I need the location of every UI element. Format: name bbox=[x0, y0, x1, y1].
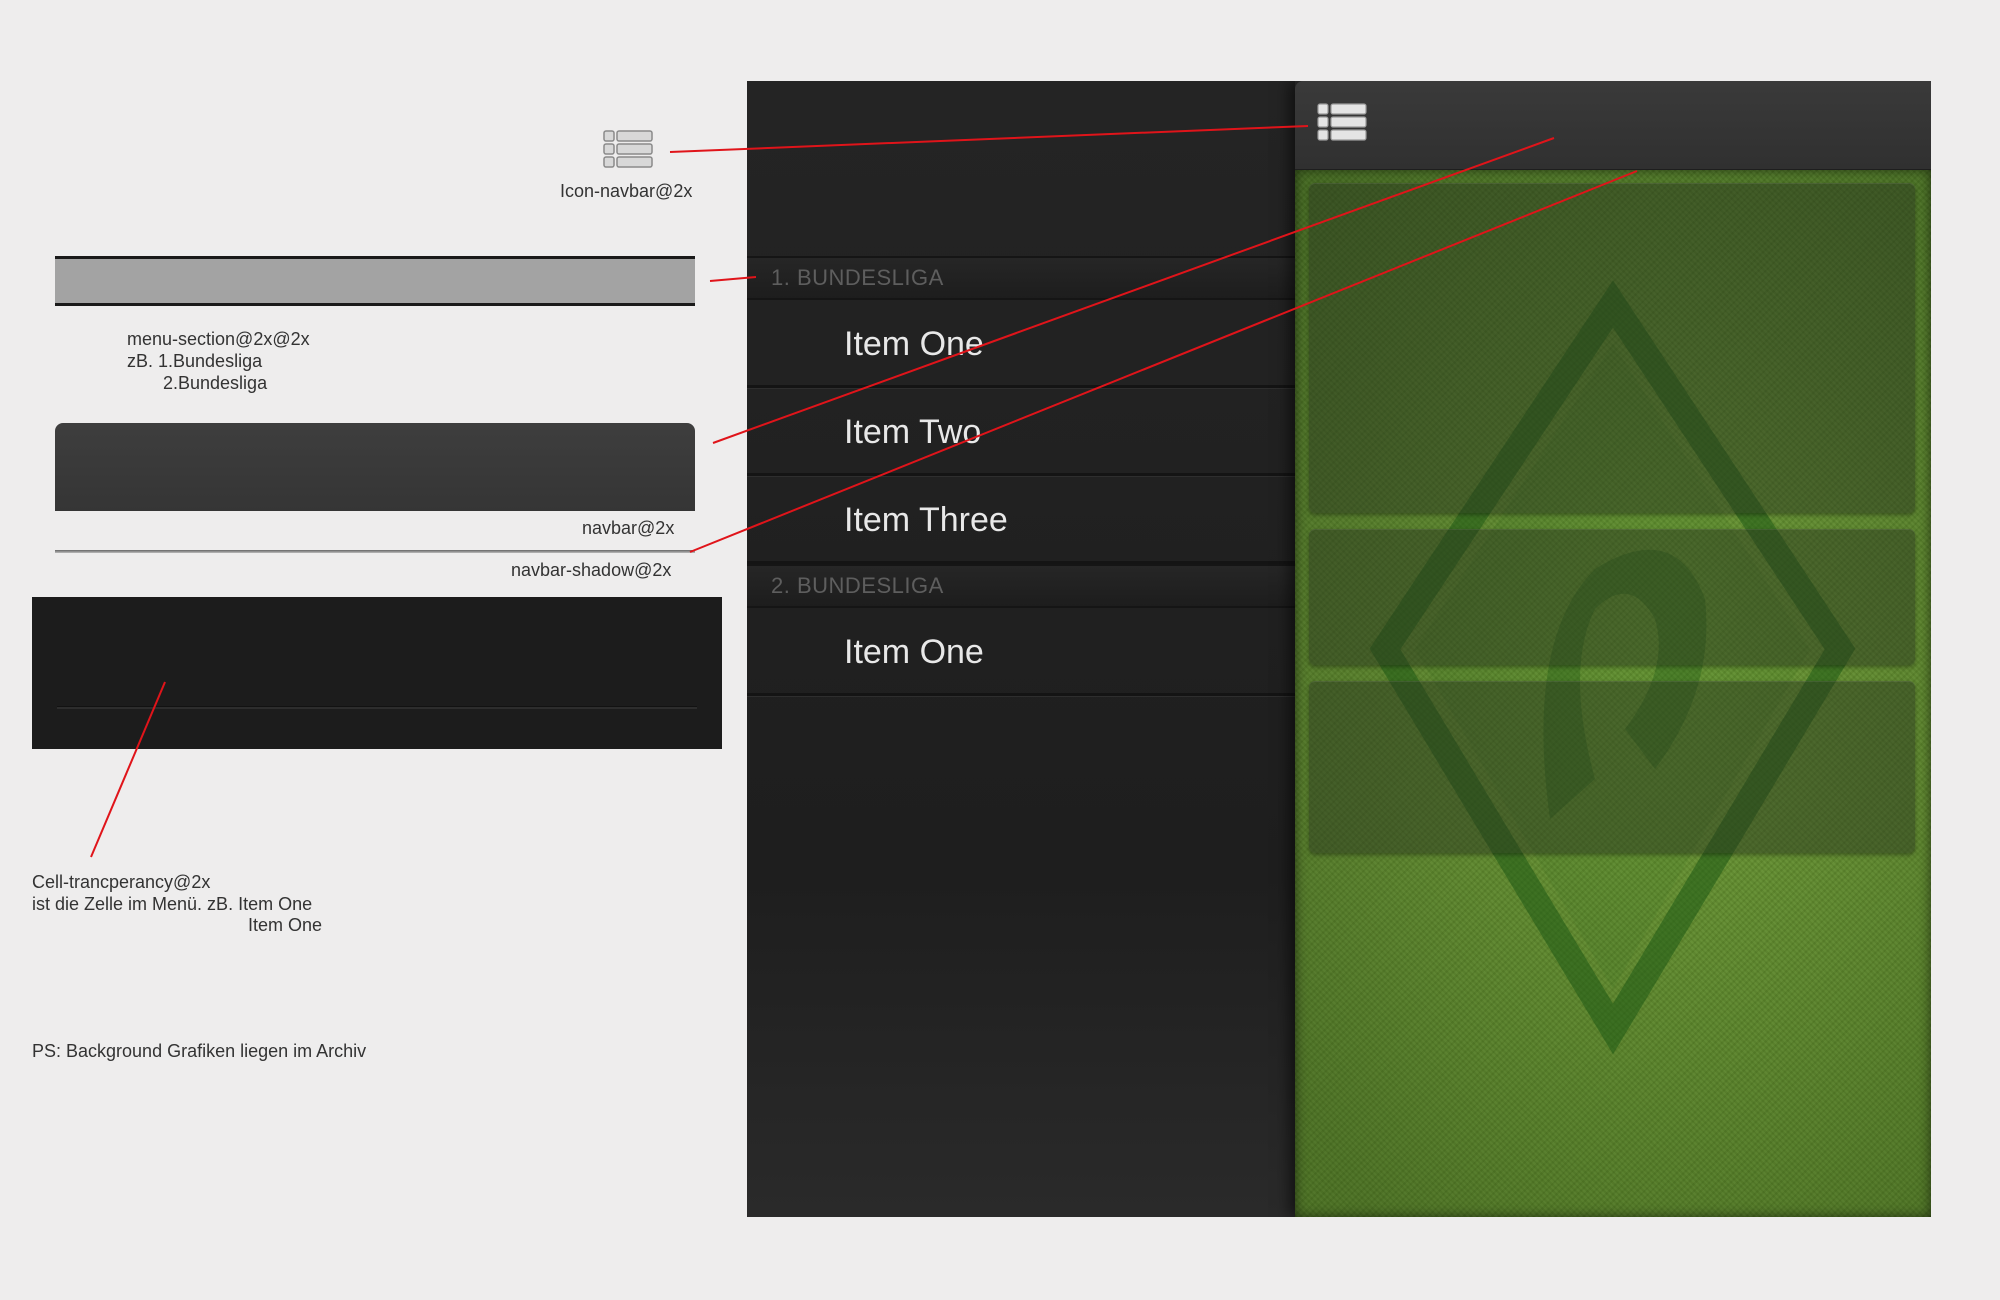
annotation-lines bbox=[90, 125, 1638, 858]
navbar-shadow-annotation-line bbox=[689, 170, 1638, 553]
navbar-annotation-line bbox=[712, 137, 1555, 444]
section-annotation-line bbox=[709, 276, 757, 282]
icon-annotation-line bbox=[669, 125, 1309, 153]
cell-annotation-line bbox=[90, 681, 166, 858]
